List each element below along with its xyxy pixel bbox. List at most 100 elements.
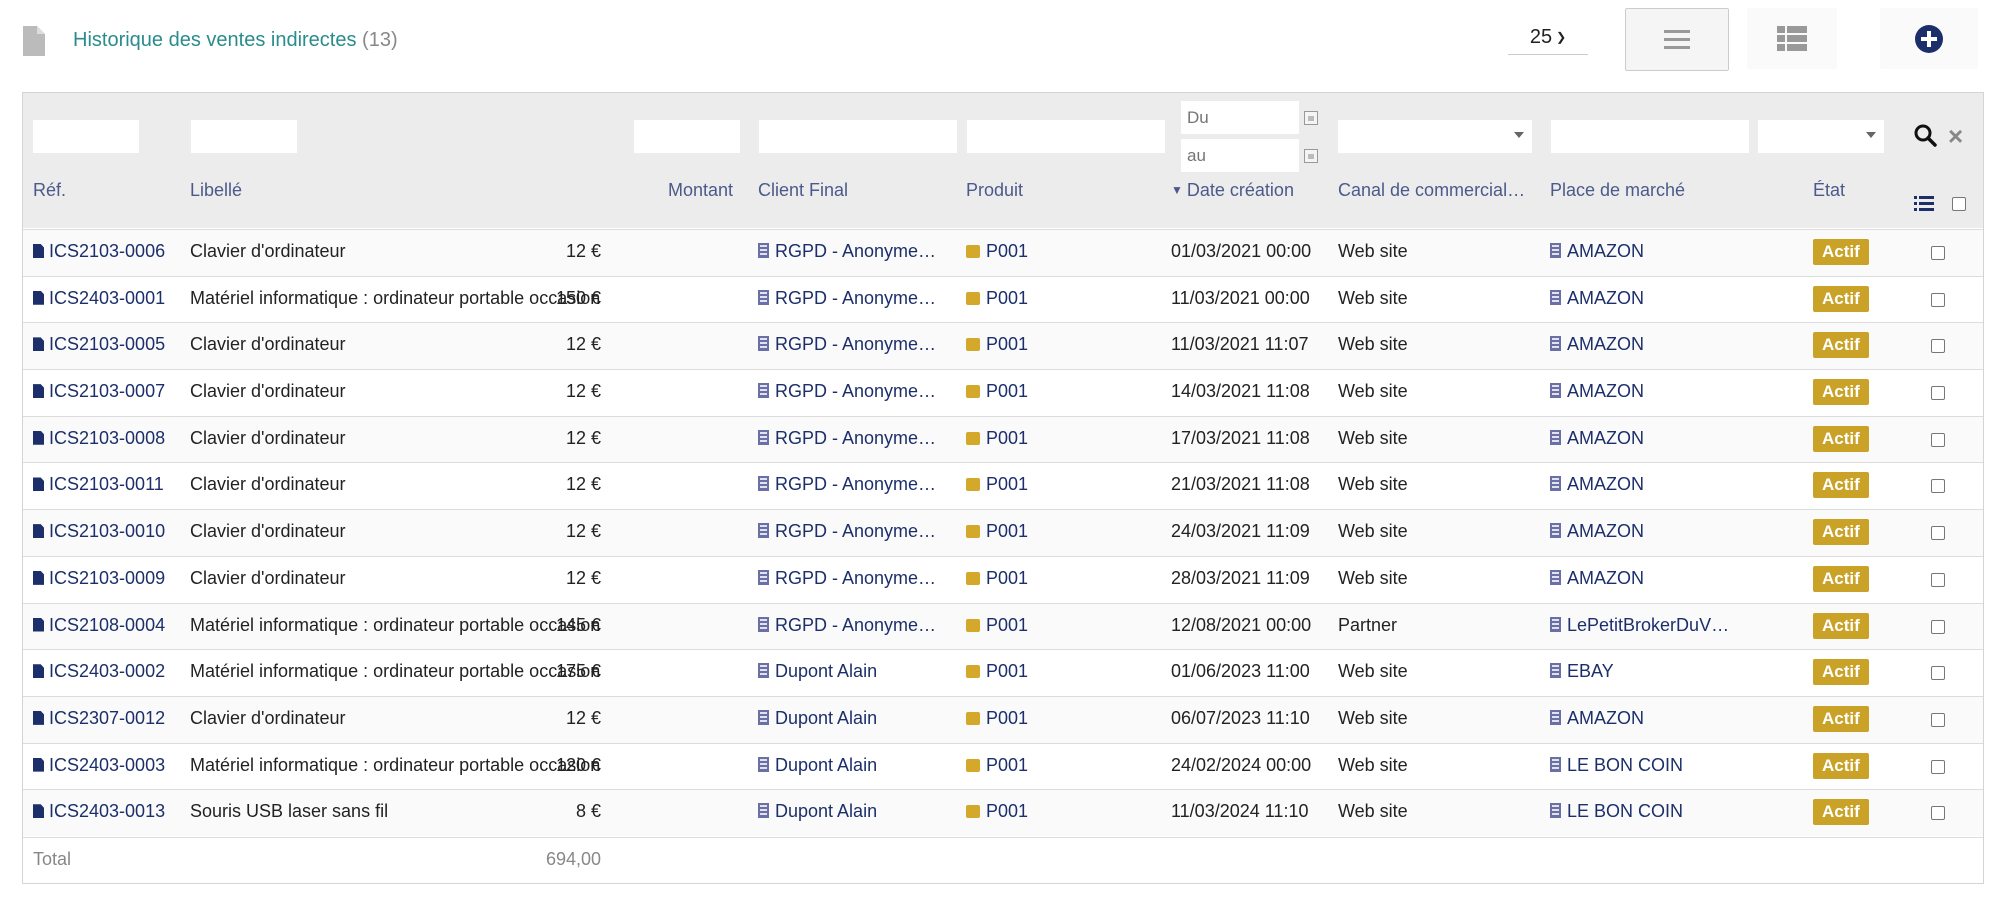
client-link[interactable]: RGPD - Anonyme… xyxy=(758,334,948,355)
table-row[interactable]: ICS2403-0003 Matériel informatique : ordi… xyxy=(23,742,1983,790)
marketplace-link[interactable]: AMAZON xyxy=(1550,334,1740,355)
product-link[interactable]: P001 xyxy=(966,708,1028,729)
product-link[interactable]: P001 xyxy=(966,521,1028,542)
ref-text[interactable]: ICS2103-0007 xyxy=(49,381,165,401)
marketplace-text[interactable]: AMAZON xyxy=(1567,474,1644,494)
marketplace-link[interactable]: EBAY xyxy=(1550,661,1740,682)
product-text[interactable]: P001 xyxy=(986,428,1028,448)
marketplace-text[interactable]: LE BON COIN xyxy=(1567,801,1683,821)
ref-link[interactable]: ICS2103-0005 xyxy=(33,334,165,355)
marketplace-text[interactable]: LE BON COIN xyxy=(1567,755,1683,775)
client-text[interactable]: RGPD - Anonyme… xyxy=(775,521,936,541)
filter-place[interactable] xyxy=(1551,120,1749,153)
ref-text[interactable]: ICS2103-0005 xyxy=(49,334,165,354)
col-place[interactable]: Place de marché xyxy=(1550,180,1685,201)
product-text[interactable]: P001 xyxy=(986,801,1028,821)
col-ref[interactable]: Réf. xyxy=(33,180,66,201)
client-link[interactable]: Dupont Alain xyxy=(758,708,948,729)
col-produit[interactable]: Produit xyxy=(966,180,1023,201)
ref-link[interactable]: ICS2103-0010 xyxy=(33,521,165,542)
client-text[interactable]: RGPD - Anonyme… xyxy=(775,428,936,448)
row-checkbox[interactable] xyxy=(1931,292,1945,307)
select-all-checkbox[interactable] xyxy=(1952,197,1966,211)
client-link[interactable]: Dupont Alain xyxy=(758,661,948,682)
product-text[interactable]: P001 xyxy=(986,381,1028,401)
ref-text[interactable]: ICS2103-0010 xyxy=(49,521,165,541)
col-etat[interactable]: État xyxy=(1813,180,1845,201)
marketplace-text[interactable]: AMAZON xyxy=(1567,428,1644,448)
ref-link[interactable]: ICS2108-0004 xyxy=(33,615,165,636)
client-text[interactable]: RGPD - Anonyme… xyxy=(775,288,936,308)
marketplace-link[interactable]: AMAZON xyxy=(1550,288,1740,309)
marketplace-link[interactable]: AMAZON xyxy=(1550,568,1740,589)
ref-text[interactable]: ICS2403-0002 xyxy=(49,661,165,681)
client-text[interactable]: RGPD - Anonyme… xyxy=(775,615,936,635)
client-text[interactable]: RGPD - Anonyme… xyxy=(775,241,936,261)
product-text[interactable]: P001 xyxy=(986,521,1028,541)
ref-text[interactable]: ICS2103-0009 xyxy=(49,568,165,588)
ref-link[interactable]: ICS2403-0001 xyxy=(33,288,165,309)
marketplace-text[interactable]: AMAZON xyxy=(1567,241,1644,261)
column-settings-icon[interactable] xyxy=(1914,196,1934,212)
ref-link[interactable]: ICS2307-0012 xyxy=(33,708,165,729)
table-row[interactable]: ICS2103-0008 Clavier d'ordinateur 12 € RGPD… xyxy=(23,415,1983,463)
marketplace-text[interactable]: AMAZON xyxy=(1567,568,1644,588)
row-checkbox[interactable] xyxy=(1931,619,1945,634)
row-checkbox[interactable] xyxy=(1931,339,1945,354)
client-link[interactable]: RGPD - Anonyme… xyxy=(758,428,948,449)
marketplace-link[interactable]: LePetitBrokerDuV… xyxy=(1550,615,1740,636)
filter-canal-select[interactable] xyxy=(1338,120,1532,153)
ref-text[interactable]: ICS2103-0008 xyxy=(49,428,165,448)
marketplace-text[interactable]: EBAY xyxy=(1567,661,1614,681)
ref-link[interactable]: ICS2103-0008 xyxy=(33,428,165,449)
marketplace-text[interactable]: AMAZON xyxy=(1567,381,1644,401)
marketplace-link[interactable]: AMAZON xyxy=(1550,708,1740,729)
product-text[interactable]: P001 xyxy=(986,708,1028,728)
calendar-icon[interactable] xyxy=(1304,149,1318,163)
product-text[interactable]: P001 xyxy=(986,615,1028,635)
row-checkbox[interactable] xyxy=(1931,386,1945,401)
filter-date-from[interactable] xyxy=(1181,101,1299,134)
per-page-select[interactable]: 25 ❯ xyxy=(1508,22,1588,55)
calendar-icon[interactable] xyxy=(1304,111,1318,125)
ref-link[interactable]: ICS2103-0009 xyxy=(33,568,165,589)
marketplace-link[interactable]: AMAZON xyxy=(1550,241,1740,262)
product-link[interactable]: P001 xyxy=(966,755,1028,776)
table-row[interactable]: ICS2307-0012 Clavier d'ordinateur 12 € Dupo… xyxy=(23,695,1983,743)
title-text[interactable]: Historique des ventes indirectes xyxy=(73,29,356,51)
product-link[interactable]: P001 xyxy=(966,661,1028,682)
table-row[interactable]: ICS2103-0009 Clavier d'ordinateur 12 € RGPD… xyxy=(23,555,1983,603)
row-checkbox[interactable] xyxy=(1931,479,1945,494)
add-button[interactable] xyxy=(1880,8,1978,69)
client-text[interactable]: Dupont Alain xyxy=(775,801,877,821)
col-montant[interactable]: Montant xyxy=(668,180,733,201)
client-text[interactable]: RGPD - Anonyme… xyxy=(775,334,936,354)
marketplace-link[interactable]: AMAZON xyxy=(1550,474,1740,495)
marketplace-text[interactable]: LePetitBrokerDuV… xyxy=(1567,615,1729,635)
ref-text[interactable]: ICS2108-0004 xyxy=(49,615,165,635)
product-text[interactable]: P001 xyxy=(986,241,1028,261)
filter-date-to[interactable] xyxy=(1181,139,1299,172)
ref-text[interactable]: ICS2403-0003 xyxy=(49,755,165,775)
client-text[interactable]: RGPD - Anonyme… xyxy=(775,381,936,401)
table-row[interactable]: ICS2103-0011 Clavier d'ordinateur 12 € RGPD… xyxy=(23,462,1983,509)
client-text[interactable]: Dupont Alain xyxy=(775,661,877,681)
ref-text[interactable]: ICS2103-0006 xyxy=(49,241,165,261)
product-link[interactable]: P001 xyxy=(966,334,1028,355)
marketplace-text[interactable]: AMAZON xyxy=(1567,288,1644,308)
product-text[interactable]: P001 xyxy=(986,755,1028,775)
client-link[interactable]: RGPD - Anonyme… xyxy=(758,474,948,495)
filter-libelle[interactable] xyxy=(191,120,297,153)
table-row[interactable]: ICS2103-0007 Clavier d'ordinateur 12 € RGPD… xyxy=(23,369,1983,416)
col-client[interactable]: Client Final xyxy=(758,180,848,201)
col-canal[interactable]: Canal de commercial… xyxy=(1338,180,1533,201)
product-link[interactable]: P001 xyxy=(966,428,1028,449)
marketplace-link[interactable]: AMAZON xyxy=(1550,428,1740,449)
product-text[interactable]: P001 xyxy=(986,288,1028,308)
client-text[interactable]: Dupont Alain xyxy=(775,755,877,775)
filter-client[interactable] xyxy=(759,120,957,153)
product-link[interactable]: P001 xyxy=(966,381,1028,402)
marketplace-text[interactable]: AMAZON xyxy=(1567,708,1644,728)
page-title[interactable]: Historique des ventes indirectes (13) xyxy=(73,29,398,52)
client-link[interactable]: Dupont Alain xyxy=(758,801,948,822)
